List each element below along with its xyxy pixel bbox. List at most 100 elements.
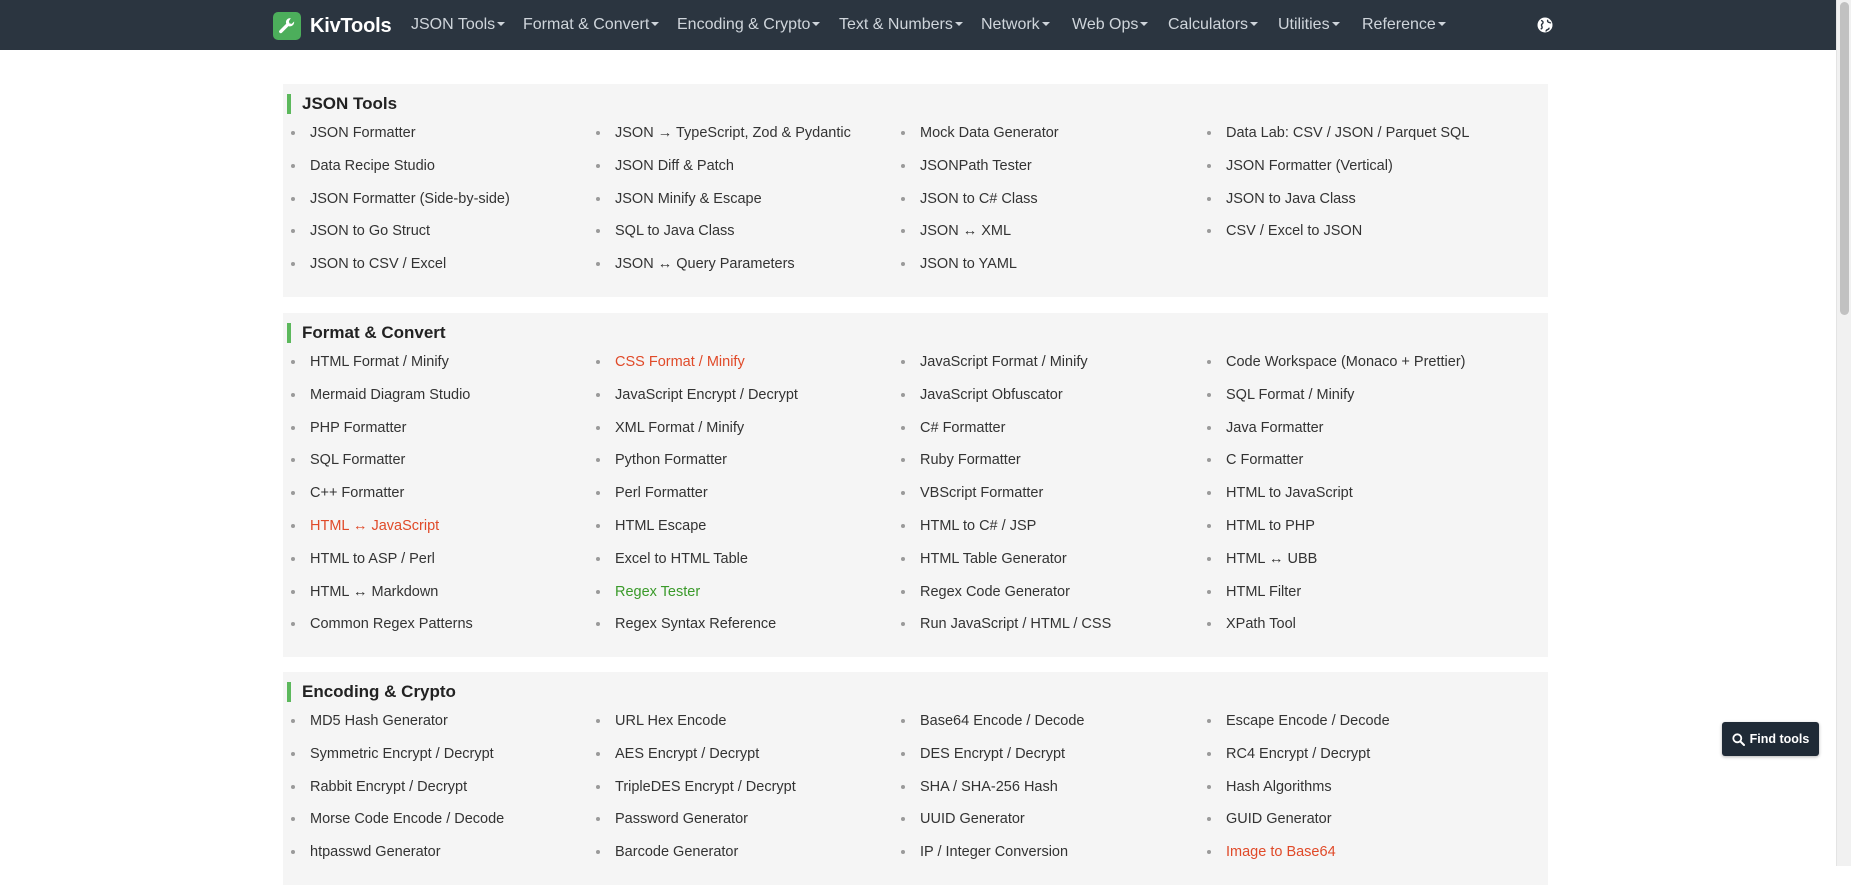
bullet-icon bbox=[291, 556, 295, 561]
bullet-icon bbox=[596, 719, 600, 723]
tool-link-label: JSON to Java Class bbox=[1226, 190, 1356, 207]
tool-link-label: AES Encrypt / Decrypt bbox=[615, 745, 760, 762]
nav-menu-reference[interactable]: Reference bbox=[1362, 0, 1446, 50]
tool-link-label: SQL Format / Minify bbox=[1226, 386, 1355, 403]
bullet-icon bbox=[291, 719, 295, 723]
bullet-icon bbox=[596, 622, 600, 627]
bullet-icon bbox=[596, 425, 600, 430]
caret-down-icon bbox=[1041, 22, 1050, 26]
caret-down-icon bbox=[812, 22, 821, 26]
tool-link-label: HTML to C# / JSP bbox=[920, 518, 1037, 534]
tool-link-label: XPath Tool bbox=[1226, 616, 1296, 633]
bullet-icon bbox=[596, 524, 600, 528]
tool-link-label: HTML to PHP bbox=[1226, 518, 1315, 534]
tool-link-label: Data Recipe Studio bbox=[310, 157, 435, 174]
bullet-icon bbox=[1207, 719, 1211, 723]
bullet-icon bbox=[291, 850, 295, 855]
tool-link-label: Java Formatter bbox=[1226, 419, 1324, 436]
nav-menu-format-convert[interactable]: Format & Convert bbox=[523, 0, 660, 50]
bullet-icon bbox=[901, 719, 905, 723]
tool-link-label: Code Workspace (Monaco + Prettier) bbox=[1226, 354, 1466, 370]
tool-link-label: JSON ↔ XML bbox=[920, 223, 1012, 240]
bullet-icon bbox=[1207, 360, 1211, 364]
bullet-icon bbox=[596, 556, 600, 561]
tool-link-label: Ruby Formatter bbox=[920, 452, 1021, 469]
bullet-icon bbox=[291, 229, 295, 234]
nav-menu-json-tools[interactable]: JSON Tools bbox=[411, 0, 506, 50]
tool-link-label: JSON Minify & Escape bbox=[615, 190, 762, 207]
bullet-icon bbox=[291, 817, 295, 822]
bullet-icon bbox=[596, 817, 600, 822]
nav-menu-network[interactable]: Network bbox=[981, 0, 1050, 50]
tool-link-label: Escape Encode / Decode bbox=[1226, 713, 1390, 729]
caret-down-icon bbox=[1331, 22, 1340, 26]
tool-link-label: Perl Formatter bbox=[615, 485, 708, 502]
search-icon bbox=[1732, 732, 1745, 746]
tool-link-label: JSON Formatter bbox=[310, 125, 416, 141]
tool-link-label: C++ Formatter bbox=[310, 485, 405, 502]
tool-link-label: Password Generator bbox=[615, 811, 748, 828]
page-scrollbar[interactable] bbox=[1836, 0, 1851, 866]
bullet-icon bbox=[596, 360, 600, 364]
section-accent-bar bbox=[287, 682, 291, 702]
nav-menu-label: JSON Tools bbox=[411, 16, 496, 33]
tool-link-label: HTML Escape bbox=[615, 518, 707, 534]
section-json-tools: JSON Tools JSON Formatter JSON → TypeScrip… bbox=[283, 84, 1548, 297]
section-header: Encoding & Crypto bbox=[287, 682, 456, 702]
nav-menu-label: Format & Convert bbox=[523, 16, 650, 33]
bullet-icon bbox=[596, 751, 600, 756]
tool-link-label: HTML Table Generator bbox=[920, 550, 1067, 567]
bullet-icon bbox=[291, 751, 295, 756]
section-header: Format & Convert bbox=[287, 323, 446, 343]
bullet-icon bbox=[1207, 392, 1211, 397]
globe-icon[interactable] bbox=[1536, 16, 1554, 34]
tool-link-label: VBScript Formatter bbox=[920, 485, 1044, 502]
section-title: JSON Tools bbox=[302, 94, 398, 113]
tool-link-label: JSON to Go Struct bbox=[310, 223, 431, 240]
bullet-icon bbox=[291, 458, 295, 463]
bullet-icon bbox=[1207, 163, 1211, 168]
tool-link-label: C Formatter bbox=[1226, 452, 1304, 469]
bullet-icon bbox=[1207, 817, 1211, 822]
tool-link-label: JSON to C# Class bbox=[920, 190, 1038, 207]
tool-link-label: UUID Generator bbox=[920, 811, 1025, 828]
bullet-icon bbox=[901, 589, 905, 594]
nav-menu-web-ops[interactable]: Web Ops bbox=[1072, 0, 1149, 50]
nav-menu-calculators[interactable]: Calculators bbox=[1168, 0, 1259, 50]
bullet-icon bbox=[901, 491, 905, 496]
tool-link-label: JSON to YAML bbox=[920, 256, 1017, 273]
bullet-icon bbox=[1207, 751, 1211, 756]
section-header: JSON Tools bbox=[287, 94, 397, 114]
tool-link-label: Mock Data Generator bbox=[920, 125, 1059, 141]
bullet-icon bbox=[596, 589, 600, 594]
caret-down-icon bbox=[651, 22, 660, 26]
bullet-icon bbox=[901, 458, 905, 463]
tool-link-label: C# Formatter bbox=[920, 419, 1006, 436]
tool-link-label: TripleDES Encrypt / Decrypt bbox=[615, 778, 796, 795]
brand[interactable]: KivTools bbox=[273, 12, 392, 40]
tool-link-label: RC4 Encrypt / Decrypt bbox=[1226, 745, 1371, 762]
tool-link-label: JSON Formatter (Side-by-side) bbox=[310, 190, 510, 207]
nav-menu-label: Text & Numbers bbox=[839, 16, 953, 33]
bullet-icon bbox=[291, 524, 295, 528]
bullet-icon bbox=[1207, 589, 1211, 594]
bullet-icon bbox=[596, 131, 600, 135]
nav-menu-text-numbers[interactable]: Text & Numbers bbox=[839, 0, 963, 50]
bullet-icon bbox=[901, 425, 905, 430]
tool-link-label: Base64 Encode / Decode bbox=[920, 713, 1085, 729]
nav-menu-encoding-crypto[interactable]: Encoding & Crypto bbox=[677, 0, 821, 50]
tool-link-label: JavaScript Obfuscator bbox=[920, 386, 1063, 403]
bullet-icon bbox=[291, 360, 295, 364]
bullet-icon bbox=[901, 556, 905, 561]
scrollbar-thumb[interactable] bbox=[1840, 2, 1849, 315]
tool-link-label: GUID Generator bbox=[1226, 811, 1332, 828]
tool-link-label: JSON → TypeScript, Zod & Pydantic bbox=[615, 125, 851, 141]
brand-name: KivTools bbox=[310, 14, 392, 37]
nav-menu-utilities[interactable]: Utilities bbox=[1278, 0, 1340, 50]
bullet-icon bbox=[901, 163, 905, 168]
tool-link-label: CSV / Excel to JSON bbox=[1226, 223, 1363, 240]
nav-menu-label: Calculators bbox=[1168, 16, 1249, 33]
find-tools-button[interactable]: Find tools bbox=[1722, 722, 1819, 756]
tool-link-label: Run JavaScript / HTML / CSS bbox=[920, 616, 1112, 633]
tool-link-label: JavaScript Encrypt / Decrypt bbox=[615, 386, 798, 403]
